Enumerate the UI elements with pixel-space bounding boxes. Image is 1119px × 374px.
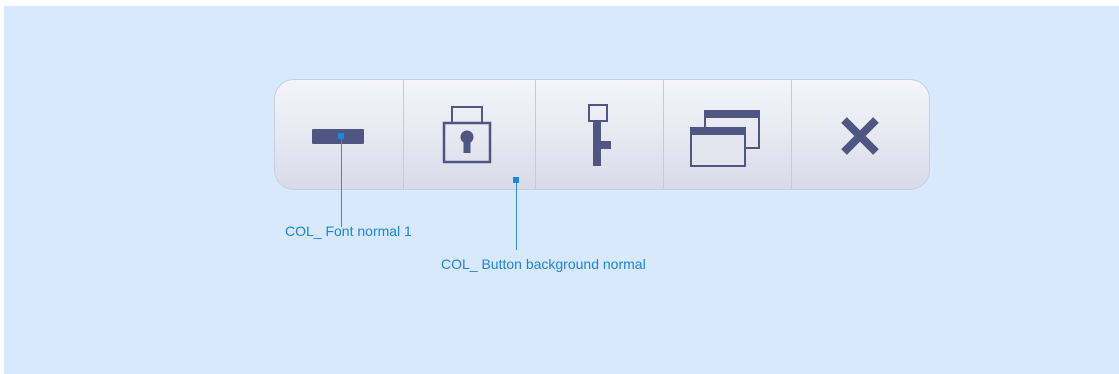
key-icon bbox=[588, 104, 611, 166]
key-button[interactable] bbox=[536, 80, 663, 189]
font-color-pointer-dot bbox=[338, 133, 344, 139]
button-bg-pointer-line bbox=[516, 180, 517, 250]
lock-button[interactable] bbox=[404, 80, 535, 189]
button-bg-pointer-dot bbox=[513, 177, 519, 183]
canvas-background bbox=[4, 6, 1119, 374]
restore-button[interactable] bbox=[664, 80, 791, 189]
lock-icon bbox=[442, 106, 492, 164]
close-icon bbox=[841, 117, 879, 155]
font-color-annotation: COL_ Font normal 1 bbox=[285, 223, 412, 239]
font-color-pointer-line bbox=[341, 136, 342, 227]
close-button[interactable] bbox=[792, 80, 929, 189]
window-control-toolbar bbox=[274, 79, 930, 190]
button-bg-annotation: COL_ Button background normal bbox=[441, 256, 646, 272]
restore-windows-icon bbox=[690, 110, 760, 167]
